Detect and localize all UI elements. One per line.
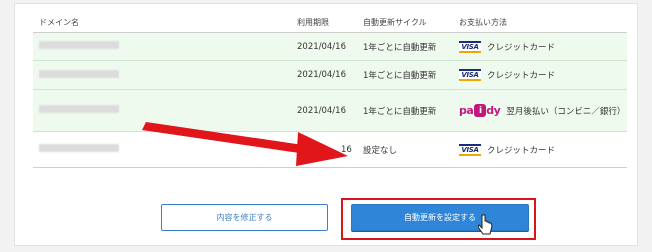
header-cycle: 自動更新サイクル [363, 17, 427, 27]
cycle-cell: 設定なし [363, 145, 398, 156]
expiry-cell: 2021/04/16 [297, 105, 346, 116]
paidy-logo-prefix: pa [459, 104, 474, 117]
payment-label: クレジットカード [487, 42, 556, 53]
domain-cell [33, 69, 283, 81]
cycle-cell: 1年ごとに自動更新 [363, 71, 437, 81]
visa-logo-icon: VISA [459, 69, 481, 81]
masked-domain [39, 144, 119, 152]
masked-domain [39, 105, 119, 113]
payment-cell: VISA クレジットカード [455, 69, 627, 81]
mouse-pointer-icon [478, 214, 493, 235]
masked-domain [39, 41, 119, 49]
set-auto-renew-button[interactable]: 自動更新を設定する [351, 204, 529, 231]
payment-cell: VISA クレジットカード [455, 143, 627, 156]
paidy-logo-suffix: dy [486, 104, 501, 117]
payment-cell: VISA クレジットカード [455, 40, 627, 53]
payment-label: クレジットカード [487, 145, 556, 156]
domain-cell [33, 105, 283, 116]
masked-domain [39, 69, 119, 78]
header-expiry: 利用期限 [297, 17, 329, 27]
header-payment: お支払い方法 [459, 17, 507, 27]
table-header: ドメイン名 利用期限 自動更新サイクル お支払い方法 [33, 12, 627, 33]
paidy-logo-box: i [474, 104, 487, 117]
table-row[interactable]: 2021/04/16 1年ごとに自動更新 VISA クレジットカード [33, 61, 627, 90]
expiry-cell: 2021/04/16 [297, 70, 346, 80]
payment-cell: pa i dy 翌月後払い（コンビニ／銀行） [455, 104, 627, 117]
edit-button[interactable]: 内容を修正する [161, 204, 328, 231]
paidy-logo-icon: pa i dy [459, 104, 501, 117]
expiry-cell: 2021/04/16 [297, 41, 346, 52]
header-domain: ドメイン名 [39, 17, 79, 27]
cycle-cell: 1年ごとに自動更新 [363, 106, 437, 117]
domain-cell [33, 41, 283, 52]
visa-logo-icon: VISA [459, 143, 481, 156]
visa-logo-icon: VISA [459, 40, 481, 53]
red-arrow-annotation-icon [142, 122, 348, 166]
cycle-cell: 1年ごとに自動更新 [363, 42, 437, 53]
table-row[interactable]: 2021/04/16 1年ごとに自動更新 VISA クレジットカード [33, 33, 627, 61]
payment-label: 翌月後払い（コンビニ／銀行） [506, 106, 626, 117]
payment-label: クレジットカード [487, 71, 556, 81]
